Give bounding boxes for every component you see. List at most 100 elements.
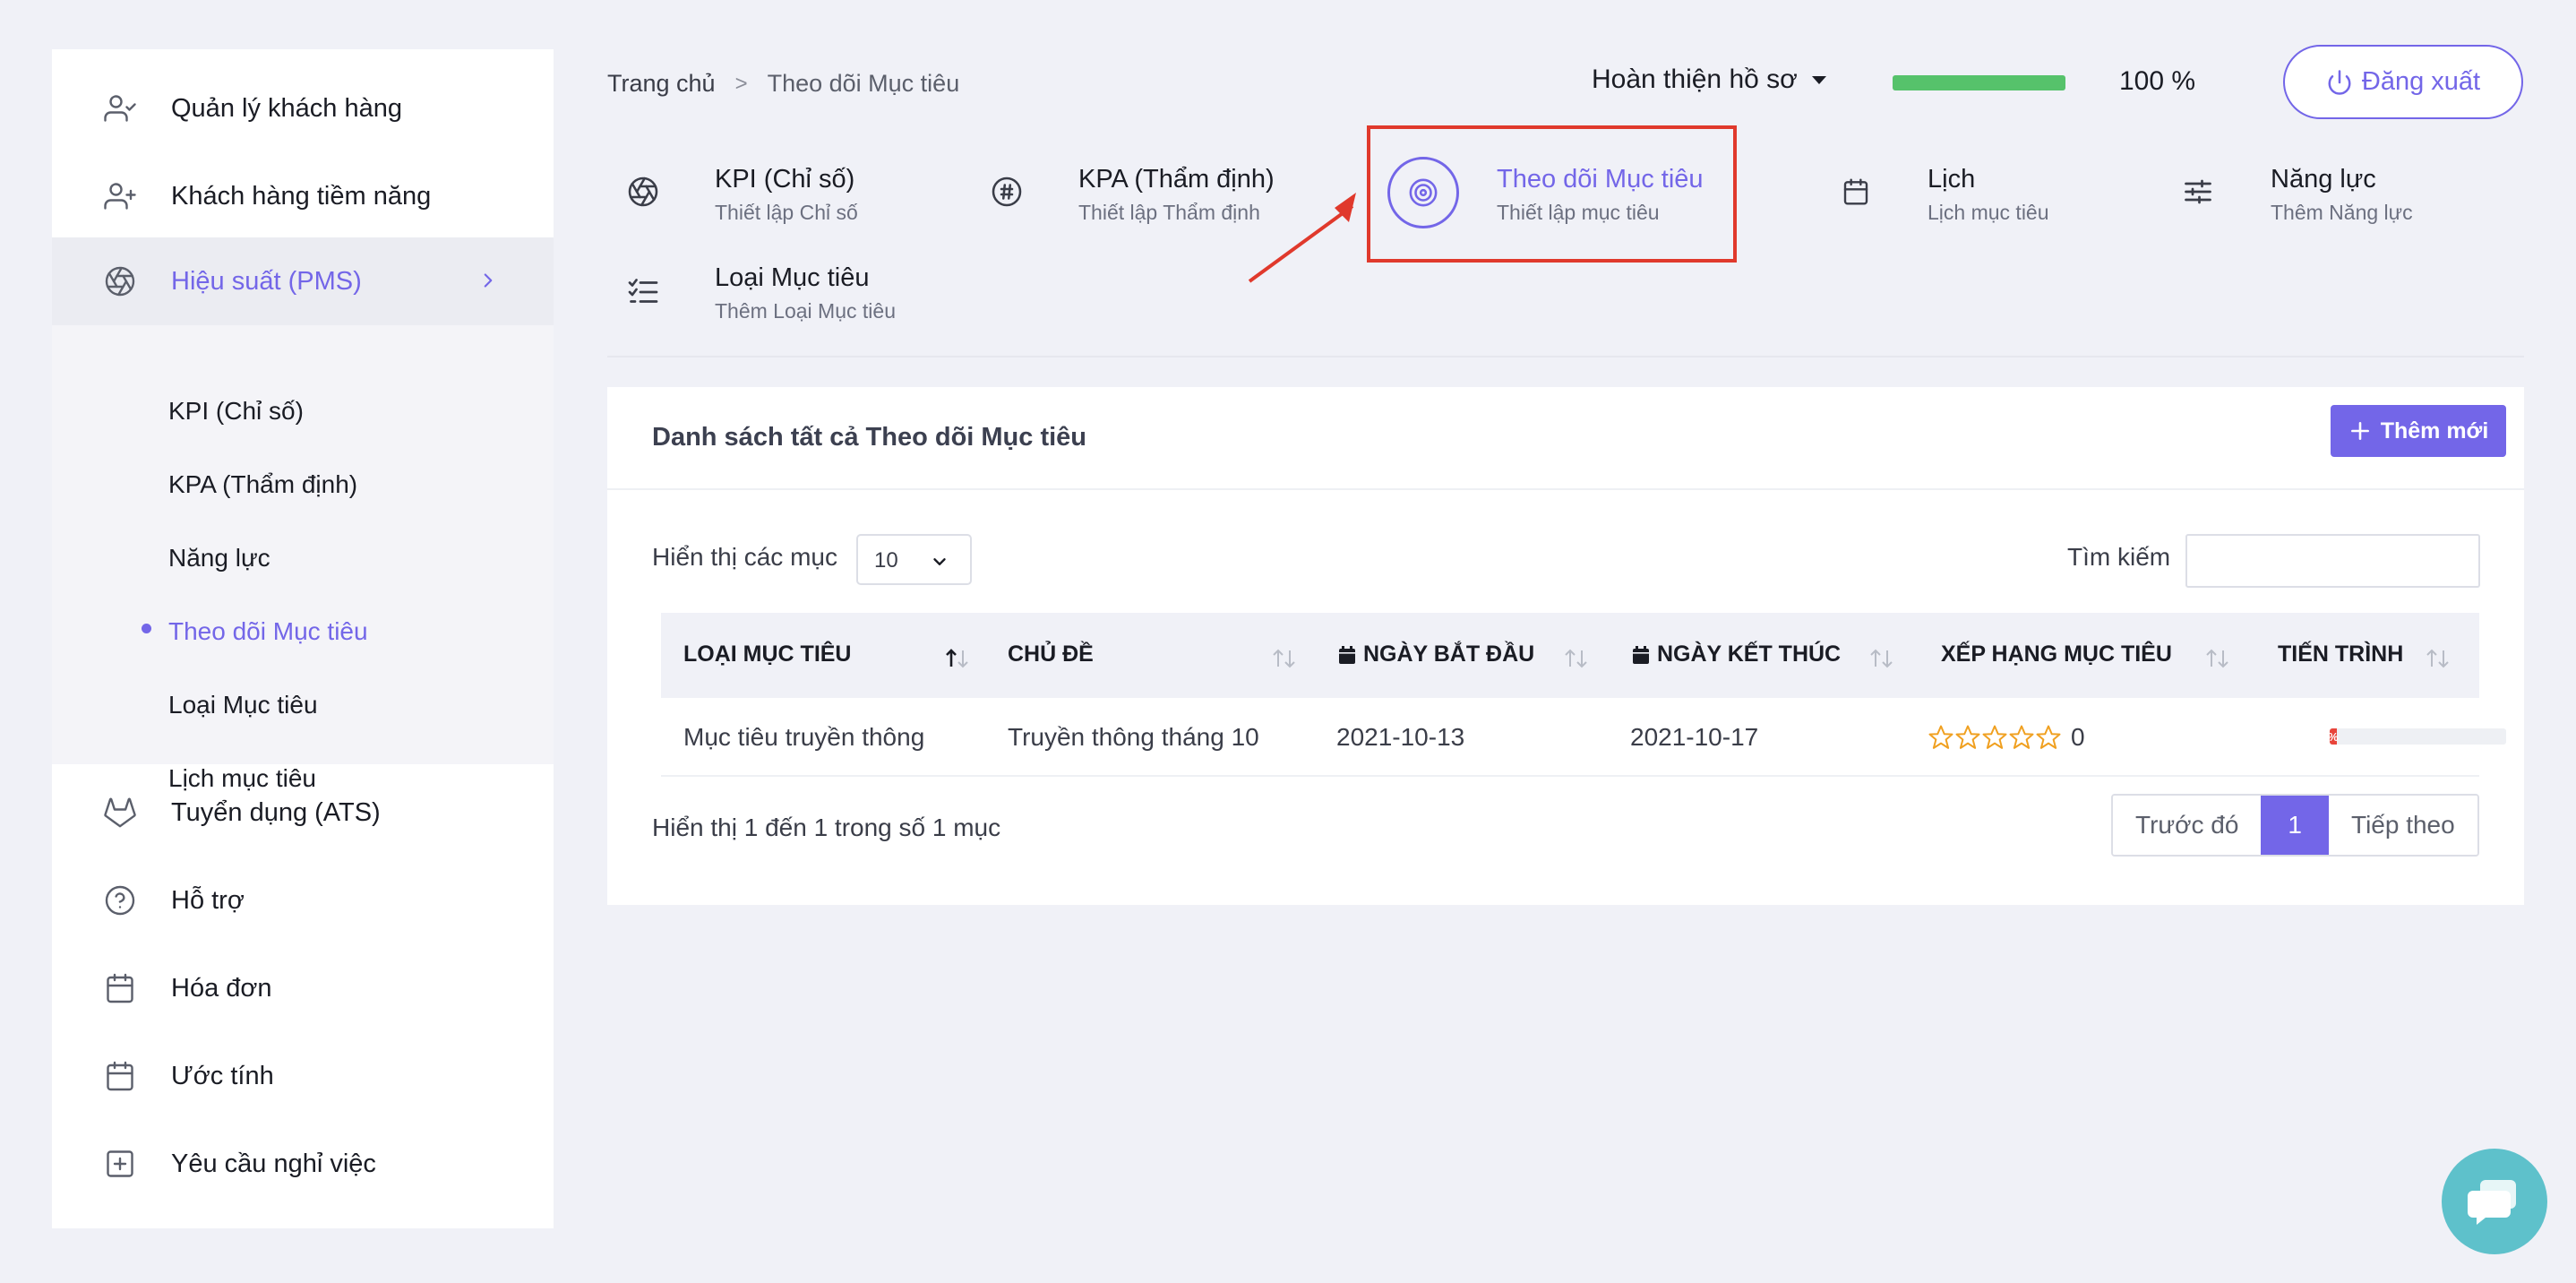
sidebar-item-label: Hiệu suất (PMS) — [171, 266, 362, 296]
search-label: Tìm kiếm — [2067, 543, 2171, 571]
sidebar-item-leads[interactable]: Khách hàng tiềm năng — [52, 152, 554, 240]
sort-asc-icon[interactable] — [943, 647, 972, 670]
sidebar-item-label: Hóa đơn — [171, 973, 272, 1003]
module-title: Năng lực — [2271, 165, 2376, 194]
plus-icon — [2350, 422, 2369, 440]
caret-down-icon — [1811, 75, 1826, 84]
calendar-filled-icon — [1633, 645, 1649, 664]
sort-icon[interactable] — [2203, 647, 2232, 670]
user-plus-icon — [104, 183, 136, 210]
sort-icon[interactable] — [1270, 647, 1299, 670]
breadcrumb: Trang chủ > Theo dõi Mục tiêu — [607, 70, 959, 98]
cell-progress-label: % — [2330, 730, 2339, 744]
column-header-topic[interactable]: CHỦ ĐỀ — [1008, 642, 1094, 667]
list-check-icon — [628, 279, 658, 303]
gitlab-icon — [104, 797, 136, 828]
module-subtitle: Thiết lập Chỉ số — [715, 201, 858, 224]
sidebar-item-label: Ước tính — [171, 1061, 274, 1090]
calendar-icon — [107, 973, 133, 1003]
submenu-item-goal-tracking[interactable]: Theo dõi Mục tiêu — [168, 617, 368, 646]
profile-completion-label: Hoàn thiện hồ sơ — [1592, 65, 1798, 94]
profile-progress-percent: 100 % — [2119, 66, 2196, 96]
pagination-page-1[interactable]: 1 — [2261, 796, 2329, 855]
breadcrumb-home[interactable]: Trang chủ — [607, 70, 716, 98]
sidebar-item-invoice[interactable]: Hóa đơn — [52, 944, 554, 1032]
breadcrumb-separator: > — [734, 71, 748, 96]
sliders-icon — [2185, 179, 2211, 204]
sidebar-item-label: Hỗ trợ — [171, 885, 245, 915]
page-size-select[interactable]: 10 — [856, 534, 972, 585]
pagination-prev[interactable]: Trước đó — [2113, 796, 2262, 855]
cell-goal-type: Mục tiêu truyền thông — [683, 723, 925, 751]
pagination: Trước đó 1 Tiếp theo — [2111, 794, 2479, 857]
cell-rating: 0 — [1928, 723, 2085, 752]
column-header-goal-type[interactable]: LOẠI MỤC TIÊU — [683, 642, 852, 667]
cell-start-date: 2021-10-13 — [1336, 723, 1465, 751]
sidebar-item-ats[interactable]: Tuyển dụng (ATS) — [52, 769, 554, 857]
cell-topic: Truyền thông tháng 10 — [1008, 723, 1259, 751]
pagination-next[interactable]: Tiếp theo — [2329, 796, 2477, 855]
table-row[interactable]: Mục tiêu truyền thông Truyền thông tháng… — [661, 698, 2506, 777]
hash-icon — [992, 177, 1022, 207]
submenu-item-competency[interactable]: Năng lực — [168, 544, 270, 573]
help-circle-icon — [105, 885, 135, 916]
module-title: Theo dõi Mục tiêu — [1497, 165, 1704, 194]
rating-count: 0 — [2071, 723, 2085, 751]
profile-progress-bar — [1893, 75, 2065, 90]
sidebar-item-estimate[interactable]: Ước tính — [52, 1032, 554, 1120]
power-icon — [2328, 69, 2351, 95]
sidebar-item-label: Yêu cầu nghỉ việc — [171, 1149, 376, 1178]
profile-completion-dropdown[interactable]: Hoàn thiện hồ sơ — [1592, 65, 1826, 95]
submenu-item-goal-type[interactable]: Loại Mục tiêu — [168, 691, 318, 719]
logout-button[interactable]: Đăng xuất — [2283, 45, 2523, 119]
add-new-button[interactable]: Thêm mới — [2331, 405, 2506, 457]
module-subtitle: Thiết lập Thẩm định — [1078, 201, 1260, 224]
cell-end-date: 2021-10-17 — [1630, 723, 1759, 751]
submenu-item-kpa[interactable]: KPA (Thẩm định) — [168, 470, 357, 499]
cell-progress-bar: % — [2330, 728, 2506, 745]
profile-progress-fill — [1893, 75, 2065, 90]
sort-icon[interactable] — [1562, 647, 1591, 670]
sidebar-item-resignation[interactable]: Yêu cầu nghỉ việc — [52, 1120, 554, 1208]
aperture-icon — [105, 266, 135, 297]
rating-stars — [1928, 724, 2062, 751]
sidebar-item-customers[interactable]: Quản lý khách hàng — [52, 65, 554, 152]
module-title: Loại Mục tiêu — [715, 263, 870, 292]
page-size-label: Hiển thị các mục — [652, 543, 837, 571]
module-subtitle: Thêm Loại Mục tiêu — [715, 299, 896, 323]
add-new-label: Thêm mới — [2380, 418, 2489, 443]
sidebar-item-label: Quản lý khách hàng — [171, 93, 402, 123]
breadcrumb-current: Theo dõi Mục tiêu — [767, 70, 960, 97]
module-subtitle: Lịch mục tiêu — [1928, 201, 2049, 224]
target-icon-circle — [1387, 157, 1459, 228]
sort-icon[interactable] — [1868, 647, 1896, 670]
column-header-rating[interactable]: XẾP HẠNG MỤC TIÊU — [1941, 642, 2172, 667]
module-title: Lịch — [1928, 165, 1976, 194]
active-dot — [142, 624, 151, 633]
sidebar-submenu: KPI (Chỉ số) KPA (Thẩm định) Năng lực Th… — [52, 325, 554, 792]
column-header-label: NGÀY BẮT ĐẦU — [1363, 642, 1535, 667]
table-header: LOẠI MỤC TIÊU CHỦ ĐỀ NGÀY BẮT ĐẦU NGÀY K… — [661, 613, 2479, 698]
star-icon — [1928, 725, 1953, 749]
column-header-end-date[interactable]: NGÀY KẾT THÚC — [1630, 642, 1841, 667]
star-icon — [1982, 725, 2007, 749]
aperture-icon — [628, 177, 658, 207]
search-input[interactable] — [2185, 534, 2480, 588]
column-header-progress[interactable]: TIẾN TRÌNH — [2278, 642, 2403, 667]
sidebar-item-pms[interactable]: Hiệu suất (PMS) — [52, 237, 554, 325]
target-icon — [1409, 178, 1438, 207]
sidebar-item-label: Khách hàng tiềm năng — [171, 181, 432, 211]
card-title: Danh sách tất cả Theo dõi Mục tiêu — [652, 423, 1087, 452]
column-header-start-date[interactable]: NGÀY BẮT ĐẦU — [1336, 642, 1534, 667]
submenu-item-kpi[interactable]: KPI (Chỉ số) — [168, 397, 304, 426]
sidebar: Quản lý khách hàng Khách hàng tiềm năng … — [52, 49, 554, 1228]
column-header-label: NGÀY KẾT THÚC — [1657, 642, 1842, 667]
chevron-down-icon — [933, 558, 946, 565]
chat-widget-button[interactable] — [2442, 1149, 2547, 1254]
user-check-icon — [104, 95, 136, 122]
module-subtitle: Thêm Năng lực — [2271, 201, 2413, 224]
star-icon — [2036, 725, 2061, 749]
calendar-icon — [1843, 178, 1868, 205]
sidebar-item-support[interactable]: Hỗ trợ — [52, 857, 554, 944]
sort-icon[interactable] — [2424, 647, 2452, 670]
